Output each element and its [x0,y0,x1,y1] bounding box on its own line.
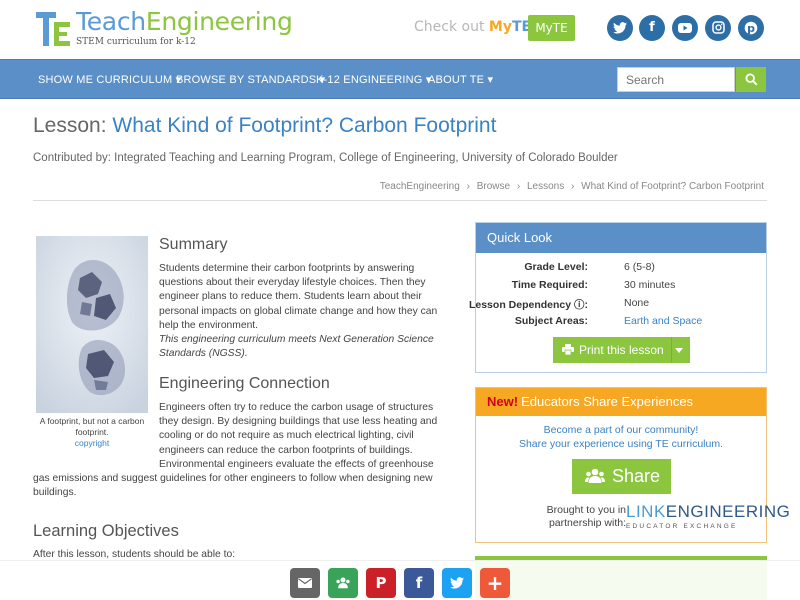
youtube-icon[interactable] [672,15,698,41]
le-educator-exchange: EDUCATOR EXCHANGE [626,523,738,530]
engineering-line: gas emissions and suggest guidelines for… [33,473,433,484]
new-badge: New! [487,394,519,409]
summary-line: engineer plans to reduce them. Students … [159,291,422,303]
search-icon [745,73,758,86]
site-header: TeachEngineering STEM curriculum for k-1… [0,0,800,58]
quick-look-value: 30 minutes [624,279,676,291]
footprint-photo[interactable] [36,236,148,413]
quick-look-key: Subject Areas: [514,315,588,327]
quick-look-heading: Quick Look [476,223,766,253]
email-icon[interactable] [290,568,320,598]
quick-look-key[interactable]: Lesson Dependency ⓘ: [469,297,588,312]
share-community-icon[interactable] [328,568,358,598]
breadcrumb-separator: › [571,181,575,192]
search-input[interactable] [617,67,735,92]
summary-line: Students determine their carbon footprin… [159,263,415,274]
educators-share-panel: New! Educators Share Experiences Become a… [475,387,790,543]
summary-heading: Summary [159,236,228,253]
share-button[interactable]: Share [572,459,671,494]
summary-text: Students determine their carbon footprin… [159,262,459,361]
facebook-icon[interactable]: f [404,568,434,598]
community-line[interactable]: Become a part of our community! [476,424,766,436]
breadcrumb: TeachEngineering › Browse › Lessons › Wh… [376,181,764,192]
breadcrumb-teachengineering[interactable]: TeachEngineering [380,181,460,192]
instagram-icon[interactable] [705,15,731,41]
summary-line: help the environment. [159,319,259,331]
summary-line: personal impacts on global climate chang… [159,305,438,317]
print-lesson-label: Print this lesson [579,343,664,357]
linkengineering-logo[interactable]: LINKENGINEERING EDUCATOR EXCHANGE [626,502,790,530]
educators-heading-text: Educators Share Experiences [521,394,694,409]
printer-icon [562,344,574,355]
checkout-myte-text: Check out MyTE [414,19,531,35]
breadcrumb-browse[interactable]: Browse [477,181,510,192]
facebook-icon[interactable]: f [639,15,665,41]
nav-browse-by-standards[interactable]: BROWSE BY STANDARDS ▾ [176,73,325,86]
logo-tagline: STEM curriculum for k-12 [76,37,196,47]
twitter-icon[interactable] [442,568,472,598]
breadcrumb-current: What Kind of Footprint? Carbon Footprint [581,181,764,192]
teachengineering-logo-mark[interactable] [36,12,72,46]
subject-area-link[interactable]: Earth and Space [624,315,702,327]
engineering-connection-text-top: Engineers often try to reduce the carbon… [159,401,459,472]
engineering-line: they design. By designing buildings that… [159,416,438,428]
logo-engineering: Engineering [145,7,293,36]
quick-look-value: 6 (5-8) [624,261,655,273]
contributed-by: Contributed by: Integrated Teaching and … [33,152,618,164]
breadcrumb-separator: › [466,181,470,192]
ngss-note-line: Standards (NGSS). [159,348,248,360]
summary-line: questions about their everyday lifestyle… [159,277,426,289]
floating-share-bar: P f + [0,560,800,600]
engineering-line: Environmental engineers evaluate the eff… [159,458,434,470]
logo-teach: Teach [76,7,146,36]
teachengineering-logo-text[interactable]: TeachEngineering [76,7,293,36]
engineering-line: cooling or do not require as much electr… [159,430,414,442]
breadcrumb-separator: › [516,181,521,192]
educators-share-heading: New! Educators Share Experiences [476,388,766,416]
copyright-link[interactable]: copyright [33,438,151,449]
engineering-line: engineers can reduce the carbon footprin… [159,444,413,456]
checkout-prefix: Check out [414,19,485,35]
search-button[interactable] [736,67,766,92]
breadcrumb-lessons[interactable]: Lessons [527,181,564,192]
svg-text:p: p [747,22,755,35]
twitter-icon[interactable] [607,15,633,41]
engineering-connection-text-bottom: gas emissions and suggest guidelines for… [33,472,463,500]
nav-about-te[interactable]: ABOUT TE ▾ [428,73,493,86]
quick-look-key: Time Required: [511,279,588,291]
page-title: Lesson: What Kind of Footprint? Carbon F… [33,114,496,138]
quick-look-panel: Quick Look Grade Level: 6 (5-8) Time Req… [469,222,767,373]
users-icon [585,468,605,483]
engineering-line: buildings. [33,487,77,499]
le-engineering-text: ENGINEERING [665,502,791,521]
pinterest-icon[interactable]: P [366,568,396,598]
brought-to-you-text: Brought to you in partnership with: [516,504,626,530]
lesson-title: What Kind of Footprint? Carbon Footprint [112,114,497,137]
pinterest-icon[interactable]: p [738,15,764,41]
print-lesson-button[interactable]: Print this lesson [553,337,690,363]
le-link-text: LINK [626,502,666,521]
engineering-line: Engineers often try to reduce the carbon… [159,402,434,413]
chevron-down-icon[interactable] [675,348,683,353]
divider [33,200,767,201]
brought-line: Brought to you in [546,504,626,516]
engineering-connection-heading: Engineering Connection [159,375,330,392]
caption-text: A footprint, but not a carbon footprint. [39,416,145,437]
learning-objectives-heading: Learning Objectives [33,522,179,540]
quick-look-key: Grade Level: [524,261,588,273]
photo-caption: A footprint, but not a carbon footprint.… [33,416,151,449]
nav-k12-engineering[interactable]: K-12 ENGINEERING ▾ [316,73,431,86]
plus-icon[interactable]: + [480,568,510,598]
main-nav: SHOW ME CURRICULUM ▾ BROWSE BY STANDARDS… [0,59,800,99]
lesson-label: Lesson: [33,114,107,137]
ngss-note-line: This engineering curriculum meets Next G… [159,334,434,346]
print-button-separator [671,337,672,363]
checkout-my: My [488,19,512,35]
myte-button[interactable]: MyTE [528,15,575,41]
quick-look-value: None [624,297,650,309]
share-label: Share [612,466,661,486]
nav-show-me-curriculum[interactable]: SHOW ME CURRICULUM ▾ [38,73,181,86]
brought-line: partnership with: [548,517,626,529]
share-experience-line[interactable]: Share your experience using TE curriculu… [476,438,766,450]
